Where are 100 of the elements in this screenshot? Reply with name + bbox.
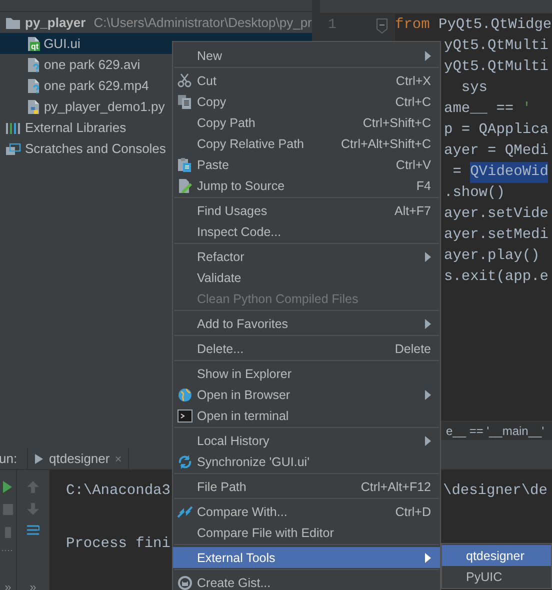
- menu-item-label[interactable]: External Tools: [197, 550, 276, 564]
- menu-item-label[interactable]: Open in terminal: [197, 408, 289, 422]
- shortcut-label: Alt+F7: [394, 204, 431, 218]
- menu-item-label[interactable]: Copy Relative Path: [197, 136, 304, 150]
- code-line: yQt5.QtMulti: [444, 37, 548, 56]
- menu-item-label[interactable]: Create Gist...: [197, 576, 271, 590]
- tree-item-label[interactable]: one park 629.avi: [44, 57, 140, 72]
- menu-item-label[interactable]: Synchronize 'GUI.ui': [197, 454, 310, 468]
- menu-item[interactable]: Compare With... Ctrl+D: [173, 501, 440, 522]
- menu-item[interactable]: Jump to Source F4: [173, 175, 440, 196]
- tree-item-label[interactable]: py_player: [25, 15, 86, 30]
- submenu-item[interactable]: qtdesigner: [442, 545, 551, 566]
- edit-icon: [177, 178, 193, 194]
- menu-item[interactable]: Copy Path Ctrl+Shift+C: [173, 112, 440, 133]
- scissors-icon: [177, 73, 193, 89]
- menu-item-label[interactable]: Add to Favorites: [197, 316, 288, 330]
- menu-item-label[interactable]: Copy Path: [197, 116, 256, 130]
- menu-item-label[interactable]: Refactor: [197, 250, 244, 264]
- menu-item-label[interactable]: Inspect Code...: [197, 224, 282, 238]
- menu-item[interactable]: Paste Ctrl+V: [173, 154, 440, 175]
- menu-item[interactable]: Synchronize 'GUI.ui': [173, 451, 440, 472]
- console-text: \designer\de: [443, 482, 548, 501]
- file-icon: [26, 78, 40, 94]
- menu-item[interactable]: Open in terminal: [173, 405, 440, 426]
- code-line: yQt5.QtMulti: [444, 58, 548, 77]
- soft-wrap-icon[interactable]: [26, 524, 40, 538]
- stop-icon[interactable]: [2, 503, 14, 516]
- menu-item[interactable]: Inspect Code...: [173, 221, 440, 242]
- menu-item-label[interactable]: New: [197, 48, 222, 62]
- compare-icon: [177, 504, 193, 520]
- menu-item[interactable]: Show in Explorer: [173, 363, 440, 384]
- menu-item[interactable]: Create Gist...: [173, 572, 440, 590]
- menu-item[interactable]: Cut Ctrl+X: [173, 70, 440, 91]
- console-text: Process fini: [66, 535, 170, 554]
- code-line: .show(): [444, 184, 505, 203]
- menu-item-label[interactable]: Compare With...: [197, 504, 288, 518]
- menu-item-label[interactable]: Compare File with Editor: [197, 526, 334, 540]
- shortcut-label: Ctrl+Shift+C: [362, 116, 431, 130]
- menu-item-label[interactable]: Find Usages: [197, 204, 268, 218]
- up-arrow-icon[interactable]: [26, 480, 40, 494]
- menu-item[interactable]: Add to Favorites: [173, 313, 440, 334]
- tree-item-label[interactable]: External Libraries: [25, 120, 126, 135]
- menu-item[interactable]: Copy Ctrl+C: [173, 91, 440, 112]
- code-line: ayer.setMedi: [444, 226, 548, 245]
- run-tab[interactable]: qtdesigner ×: [27, 448, 129, 469]
- menu-item[interactable]: Refactor: [173, 246, 440, 267]
- menu-item[interactable]: Validate: [173, 267, 440, 288]
- code-line: ayer.setVide: [444, 205, 548, 224]
- shortcut-label: Ctrl+V: [396, 158, 431, 172]
- tree-item-label[interactable]: one park 629.mp4: [44, 78, 149, 93]
- menu-item[interactable]: File Path Ctrl+Alt+F12: [173, 476, 440, 497]
- menu-item[interactable]: Delete... Delete: [173, 338, 440, 359]
- paste-icon: [177, 157, 193, 173]
- shortcut-label: Ctrl+Alt+F12: [360, 480, 431, 494]
- menu-item-label[interactable]: Copy: [197, 94, 226, 108]
- menu-item-label[interactable]: File Path: [197, 480, 246, 494]
- menu-item[interactable]: New: [173, 45, 440, 66]
- shortcut-label: Delete: [394, 342, 431, 356]
- breadcrumb[interactable]: e__ == '__main__': [446, 424, 544, 438]
- console-text: C:\Anaconda3: [66, 482, 170, 501]
- tree-item-label[interactable]: py_player_demo1.py: [44, 99, 165, 114]
- folder-path: C:\Users\Administrator\Desktop\py_pr: [94, 15, 312, 30]
- qt-badge: qt: [30, 42, 40, 51]
- shortcut-label: Ctrl+C: [395, 94, 431, 108]
- shortcut-label: Ctrl+X: [396, 74, 431, 88]
- menu-item[interactable]: Compare File with Editor: [173, 522, 440, 543]
- menu-item-label[interactable]: Open in Browser: [197, 388, 290, 402]
- python-file-icon: [26, 98, 40, 114]
- code-line: sys: [460, 79, 488, 98]
- shortcut-label: Ctrl+Alt+Shift+C: [341, 136, 431, 150]
- down-arrow-icon[interactable]: [26, 502, 40, 516]
- sync-icon: [177, 454, 193, 470]
- terminal-icon: [177, 408, 193, 424]
- menu-item[interactable]: Find Usages Alt+F7: [173, 200, 440, 221]
- library-icon: [5, 120, 21, 134]
- fold-icon: [376, 18, 388, 34]
- menu-item-label[interactable]: Local History: [197, 434, 270, 448]
- more-button[interactable]: »: [4, 580, 12, 590]
- menu-item-label[interactable]: Paste: [197, 158, 229, 172]
- menu-item-label[interactable]: Show in Explorer: [197, 366, 292, 380]
- menu-item-label[interactable]: Validate: [197, 270, 242, 284]
- code-line: ame__ == ': [444, 100, 532, 119]
- menu-item[interactable]: Local History: [173, 430, 440, 451]
- menu-item-label[interactable]: Jump to Source: [197, 178, 285, 192]
- menu-item[interactable]: Open in Browser: [173, 384, 440, 405]
- run-icon[interactable]: [2, 480, 14, 493]
- tree-item-label[interactable]: Scratches and Consoles: [25, 141, 166, 156]
- pause-icon[interactable]: [2, 526, 14, 539]
- tree-item-label[interactable]: GUI.ui: [44, 36, 80, 51]
- menu-item-label[interactable]: Cut: [197, 74, 216, 88]
- code-line: p = QApplica: [444, 121, 548, 140]
- menu-item[interactable]: Copy Relative Path Ctrl+Alt+Shift+C: [173, 133, 440, 154]
- panel-label: un:: [0, 451, 18, 466]
- menu-item[interactable]: External Tools: [173, 547, 440, 568]
- menu-item-label[interactable]: Delete...: [197, 342, 244, 356]
- shortcut-label: F4: [416, 178, 431, 192]
- shortcut-label: Ctrl+D: [395, 504, 431, 518]
- submenu-item[interactable]: PyUIC: [442, 566, 551, 587]
- globe-icon: [177, 387, 193, 403]
- more-button[interactable]: »: [30, 580, 36, 590]
